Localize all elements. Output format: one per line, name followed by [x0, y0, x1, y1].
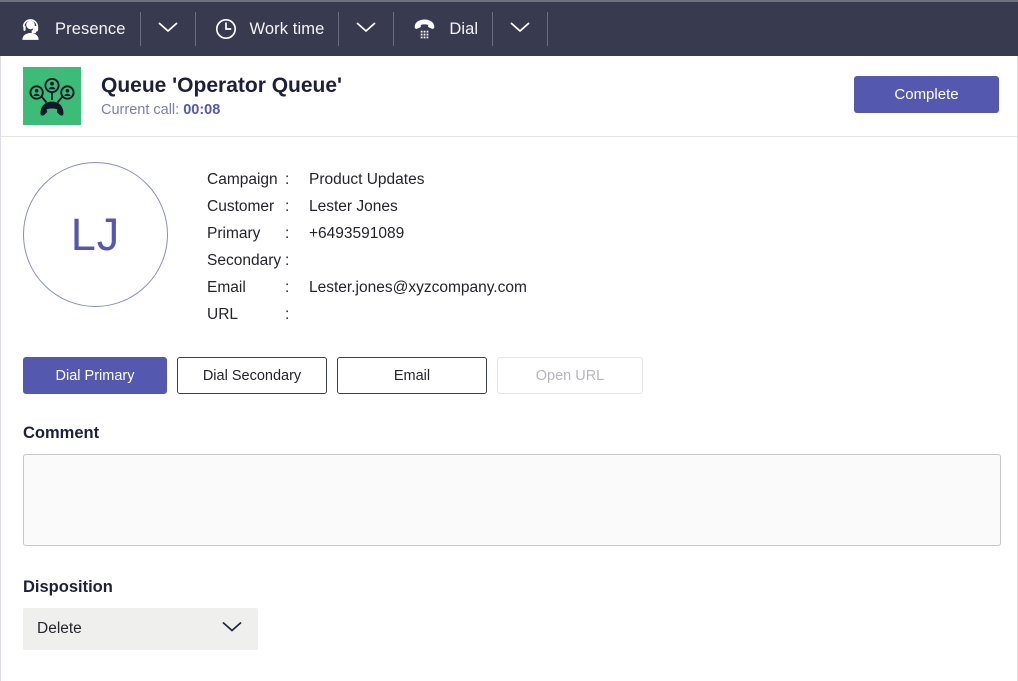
field-label: Campaign: [207, 171, 278, 188]
field-label: Primary: [207, 225, 261, 242]
field-label: Email: [207, 279, 246, 296]
comment-section: Comment: [1, 394, 1017, 551]
contact-field-email: Email : Lester.jones@xyzcompany.com: [207, 279, 527, 306]
toolbar-caret-work-time[interactable]: [339, 1, 393, 57]
comment-input[interactable]: [23, 454, 1001, 546]
disposition-label: Disposition: [23, 578, 113, 596]
current-call-label: Current call:: [101, 101, 180, 118]
toolbar-label-presence: Presence: [55, 19, 126, 38]
queue-header: Queue 'Operator Queue' Current call: 00:…: [1, 56, 1017, 137]
current-call-timer: 00:08: [183, 101, 221, 118]
field-colon: :: [285, 198, 290, 215]
chevron-down-icon: [509, 20, 531, 39]
toolbar-label-work-time: Work time: [249, 19, 325, 38]
contact-field-customer: Customer : Lester Jones: [207, 198, 527, 225]
field-colon: :: [285, 225, 290, 242]
contact-details: LJ Campaign : Product Updates Customer :…: [1, 137, 1017, 333]
complete-button[interactable]: Complete: [854, 76, 999, 113]
contact-field-campaign: Campaign : Product Updates: [207, 171, 527, 198]
toolbar-caret-dial[interactable]: [493, 1, 547, 57]
queue-call-panel: Queue 'Operator Queue' Current call: 00:…: [0, 56, 1018, 681]
clock-icon: [214, 17, 238, 41]
field-value: +6493591089: [309, 225, 405, 242]
avatar-initials: LJ: [70, 208, 121, 260]
top-toolbar: Presence Work time Dial: [0, 0, 1018, 56]
toolbar-divider: [547, 12, 549, 46]
page-title: Queue 'Operator Queue': [101, 74, 343, 98]
current-call-status: Current call: 00:08: [101, 102, 342, 118]
avatar: LJ: [23, 162, 168, 307]
chevron-down-icon: [220, 619, 244, 639]
comment-label: Comment: [23, 424, 100, 442]
field-value: Lester.jones@xyzcompany.com: [309, 279, 527, 296]
field-colon: :: [285, 306, 290, 323]
action-button-row: Dial Primary Dial Secondary Email Open U…: [1, 333, 1017, 394]
toolbar-label-dial: Dial: [449, 19, 479, 38]
chevron-down-icon: [355, 20, 377, 39]
contact-field-url: URL :: [207, 306, 527, 333]
agent-headset-icon: [18, 17, 43, 42]
chevron-down-icon: [157, 20, 179, 39]
queue-group-call-icon: [23, 67, 81, 125]
toolbar-item-work-time[interactable]: Work time: [196, 1, 339, 57]
disposition-selected-value: Delete: [37, 620, 82, 637]
dial-secondary-button[interactable]: Dial Secondary: [177, 357, 327, 394]
field-value: Lester Jones: [309, 198, 398, 215]
contact-field-primary: Primary : +6493591089: [207, 225, 527, 252]
dial-primary-button[interactable]: Dial Primary: [23, 357, 167, 394]
field-value: Product Updates: [309, 171, 425, 188]
field-colon: :: [285, 279, 290, 296]
toolbar-item-presence[interactable]: Presence: [0, 1, 140, 57]
contact-field-secondary: Secondary :: [207, 252, 527, 279]
field-label: Secondary: [207, 252, 282, 269]
disposition-dropdown[interactable]: Delete: [23, 608, 258, 650]
toolbar-caret-presence[interactable]: [141, 1, 195, 57]
disposition-section: Disposition Delete: [1, 551, 1017, 650]
field-label: Customer: [207, 198, 275, 215]
open-url-button: Open URL: [497, 357, 643, 394]
contact-field-list: Campaign : Product Updates Customer : Le…: [207, 162, 527, 333]
email-button[interactable]: Email: [337, 357, 487, 394]
field-label: URL: [207, 306, 239, 323]
dial-pad-phone-icon: [412, 17, 437, 42]
toolbar-item-dial[interactable]: Dial: [394, 1, 492, 57]
field-colon: :: [285, 252, 290, 269]
field-colon: :: [285, 171, 290, 188]
